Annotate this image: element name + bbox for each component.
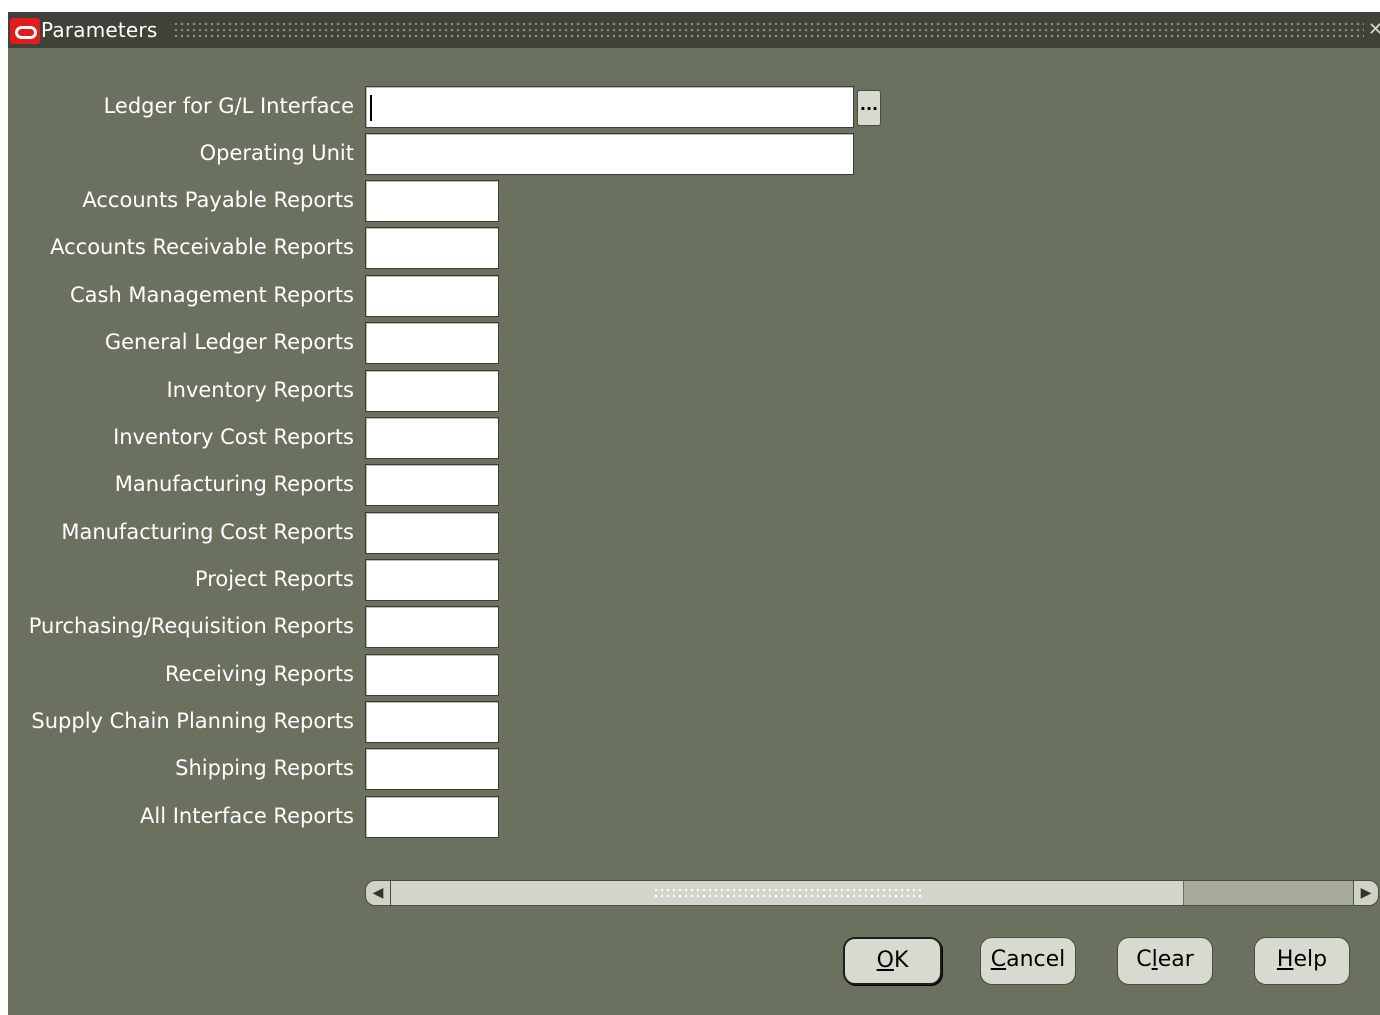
field-row-project: Project Reports <box>8 559 1380 603</box>
field-row-operating-unit: Operating Unit <box>8 133 1380 177</box>
accounts-payable-input[interactable] <box>365 180 499 222</box>
operating-unit-input[interactable] <box>365 133 854 175</box>
scroll-thumb[interactable] <box>391 881 1184 905</box>
field-row-receiving: Receiving Reports <box>8 654 1380 698</box>
field-row-all-interface: All Interface Reports <box>8 796 1380 840</box>
close-icon[interactable]: ✕ <box>1368 17 1380 43</box>
field-row-ledger: Ledger for G/L Interface ... <box>8 86 1380 130</box>
accounts-receivable-input[interactable] <box>365 227 499 269</box>
field-row-purchasing: Purchasing/Requisition Reports <box>8 606 1380 650</box>
ledger-label: Ledger for G/L Interface <box>103 94 354 118</box>
help-post: elp <box>1293 947 1328 972</box>
field-row-general-ledger: General Ledger Reports <box>8 322 1380 366</box>
all-interface-label: All Interface Reports <box>140 804 354 828</box>
field-row-inventory-cost: Inventory Cost Reports <box>8 417 1380 461</box>
manufacturing-cost-input[interactable] <box>365 512 499 554</box>
project-input[interactable] <box>365 559 499 601</box>
field-row-supply-chain: Supply Chain Planning Reports <box>8 701 1380 745</box>
text-cursor <box>370 95 372 121</box>
inventory-cost-label: Inventory Cost Reports <box>113 425 354 449</box>
purchasing-label: Purchasing/Requisition Reports <box>28 614 354 638</box>
cash-management-label: Cash Management Reports <box>69 283 354 307</box>
horizontal-scrollbar[interactable]: ◀ ▶ <box>365 879 1379 907</box>
help-accelerator: H <box>1276 947 1294 972</box>
purchasing-input[interactable] <box>365 606 499 648</box>
general-ledger-input[interactable] <box>365 322 499 364</box>
ledger-input[interactable] <box>365 86 854 128</box>
receiving-label: Receiving Reports <box>165 662 354 686</box>
title-bar-grip <box>173 21 1364 39</box>
cancel-accelerator: C <box>990 947 1007 972</box>
inventory-label: Inventory Reports <box>166 378 354 402</box>
accounts-receivable-label: Accounts Receivable Reports <box>50 235 354 259</box>
ok-button[interactable]: OK <box>843 937 942 985</box>
manufacturing-cost-label: Manufacturing Cost Reports <box>61 520 354 544</box>
manufacturing-label: Manufacturing Reports <box>114 472 354 496</box>
manufacturing-input[interactable] <box>365 464 499 506</box>
cancel-button[interactable]: Cancel <box>980 937 1076 985</box>
parameters-window: Parameters ✕ Ledger for G/L Interface ..… <box>8 12 1380 1015</box>
clear-button[interactable]: Clear <box>1117 937 1213 985</box>
field-row-accounts-payable: Accounts Payable Reports <box>8 180 1380 224</box>
field-row-manufacturing: Manufacturing Reports <box>8 464 1380 508</box>
cancel-post: ancel <box>1006 947 1066 972</box>
ok-accelerator: O <box>876 948 894 973</box>
accounts-payable-label: Accounts Payable Reports <box>82 188 354 212</box>
clear-pre: C <box>1136 947 1152 972</box>
clear-post: ear <box>1157 947 1194 972</box>
all-interface-input[interactable] <box>365 796 499 838</box>
supply-chain-input[interactable] <box>365 701 499 743</box>
scroll-track[interactable] <box>391 880 1353 906</box>
title-bar[interactable]: Parameters ✕ <box>8 12 1380 48</box>
scroll-left-arrow-icon[interactable]: ◀ <box>365 880 391 906</box>
general-ledger-label: General Ledger Reports <box>104 330 354 354</box>
field-row-cash-management: Cash Management Reports <box>8 275 1380 319</box>
field-row-inventory: Inventory Reports <box>8 370 1380 414</box>
window-title: Parameters <box>41 18 158 42</box>
ok-post: K <box>893 948 909 973</box>
help-button[interactable]: Help <box>1254 937 1350 985</box>
field-row-accounts-receivable: Accounts Receivable Reports <box>8 227 1380 271</box>
inventory-input[interactable] <box>365 370 499 412</box>
operating-unit-label: Operating Unit <box>199 141 354 165</box>
oracle-logo-icon <box>10 18 40 44</box>
list-of-values-button[interactable]: ... <box>857 90 881 126</box>
field-row-shipping: Shipping Reports <box>8 748 1380 792</box>
shipping-input[interactable] <box>365 748 499 790</box>
inventory-cost-input[interactable] <box>365 417 499 459</box>
supply-chain-label: Supply Chain Planning Reports <box>31 709 354 733</box>
project-label: Project Reports <box>194 567 354 591</box>
field-row-manufacturing-cost: Manufacturing Cost Reports <box>8 512 1380 556</box>
scroll-right-arrow-icon[interactable]: ▶ <box>1353 880 1379 906</box>
cash-management-input[interactable] <box>365 275 499 317</box>
shipping-label: Shipping Reports <box>175 756 354 780</box>
scroll-thumb-grip <box>653 887 925 899</box>
receiving-input[interactable] <box>365 654 499 696</box>
